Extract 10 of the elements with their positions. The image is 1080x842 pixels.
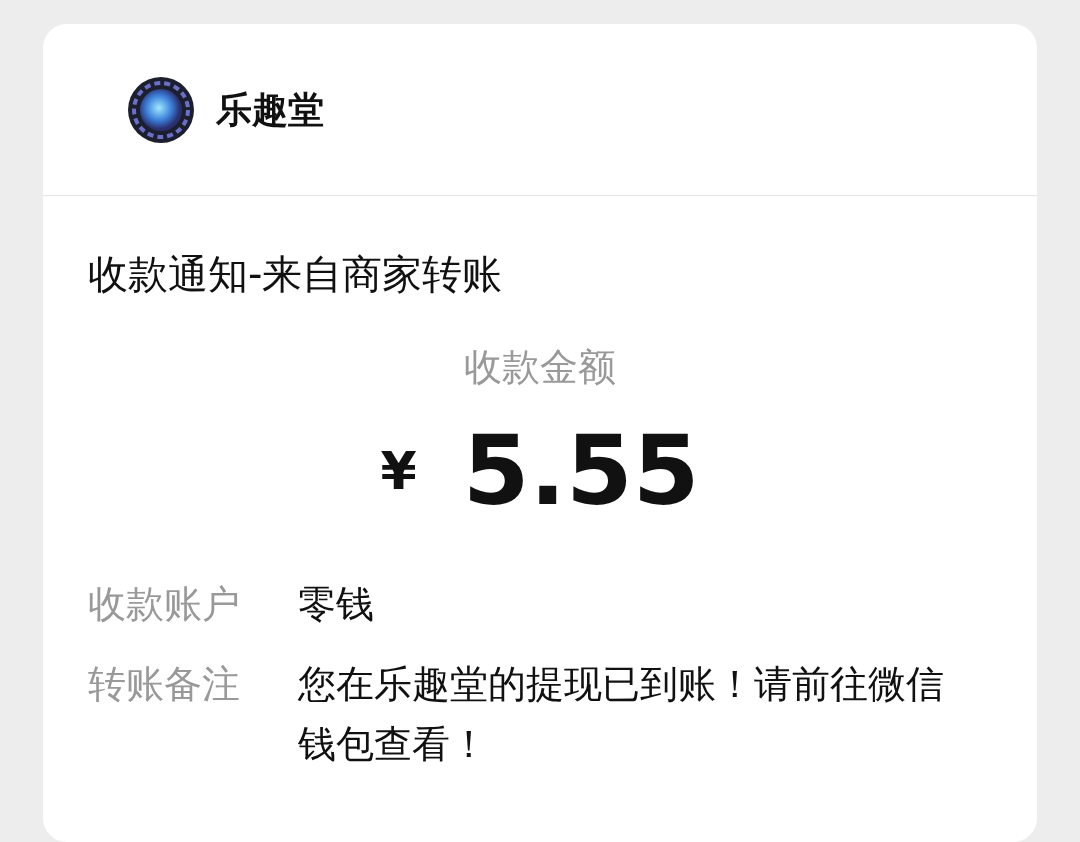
field-value: 您在乐趣堂的提现已到账！请前往微信钱包查看！ <box>298 661 945 768</box>
field-label: 收款账户 <box>88 581 241 628</box>
field-label: 转账备注 <box>88 661 241 708</box>
field-value: 零钱 <box>298 581 375 628</box>
amount-label: 收款金额 <box>464 344 616 391</box>
app-logo-icon <box>128 76 194 143</box>
amount-value: 5.55 <box>462 416 700 526</box>
app-name: 乐趣堂 <box>216 87 324 132</box>
notice-title: 收款通知-来自商家转账 <box>88 250 504 299</box>
currency-symbol: ¥ <box>380 440 417 503</box>
